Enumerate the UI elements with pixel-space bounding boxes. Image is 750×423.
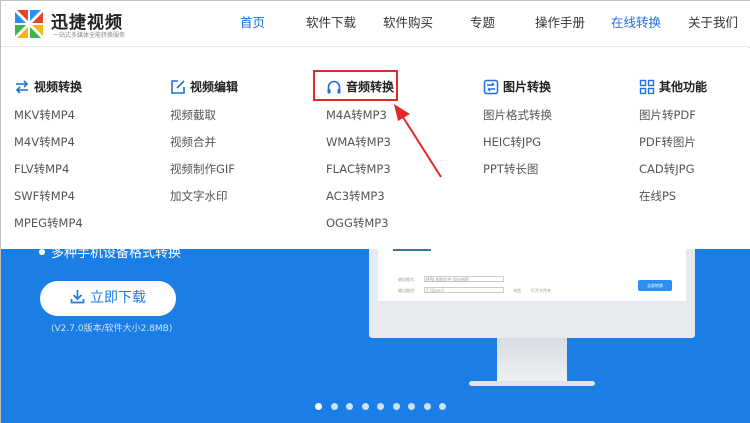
annotation-arrow-icon xyxy=(394,104,442,178)
